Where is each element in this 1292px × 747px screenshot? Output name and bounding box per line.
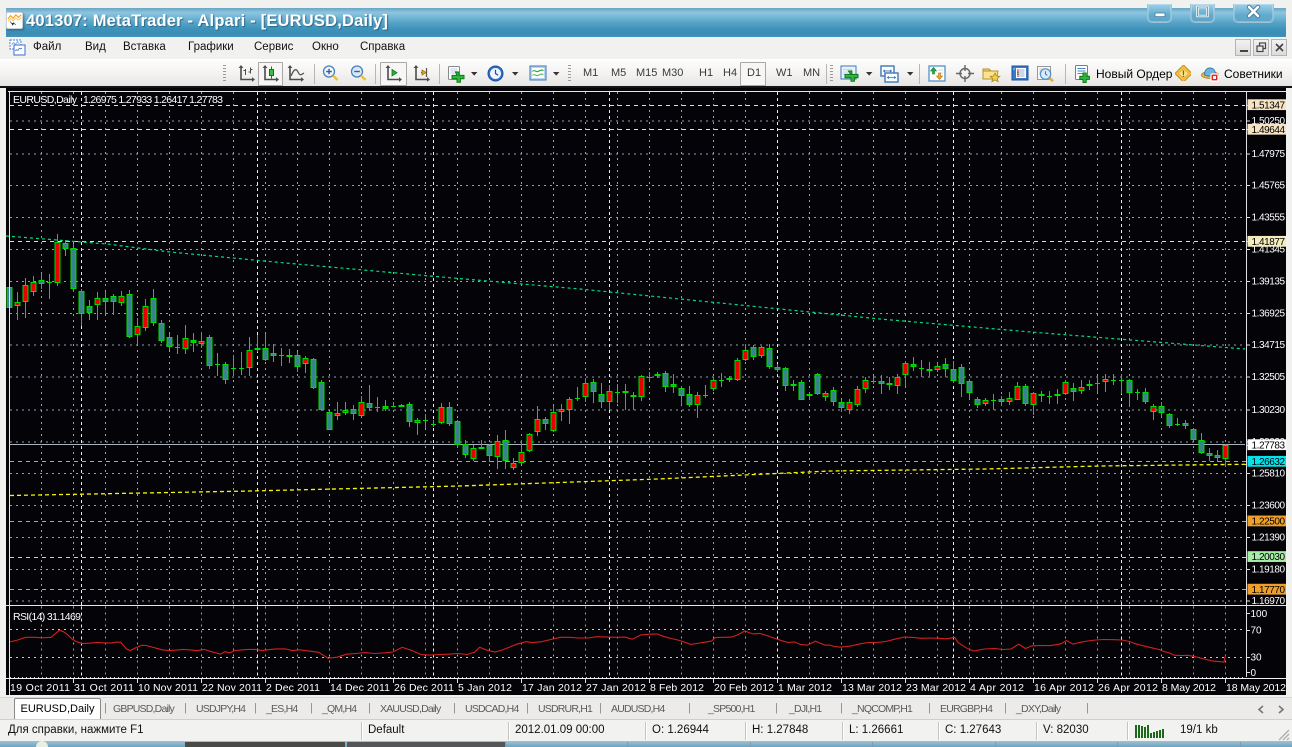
svg-text:1 Mar 2012: 1 Mar 2012 (778, 682, 832, 694)
svg-text:26 Apr 2012: 26 Apr 2012 (1098, 682, 1158, 694)
svg-text:1.51347: 1.51347 (1252, 100, 1286, 111)
svg-text:1.21390: 1.21390 (1252, 533, 1286, 544)
svg-text:1.22500: 1.22500 (1252, 517, 1286, 528)
svg-text:1.23600: 1.23600 (1252, 501, 1286, 512)
svg-text:70: 70 (1251, 625, 1263, 636)
svg-text:23 Mar 2012: 23 Mar 2012 (906, 682, 966, 694)
svg-text:EURUSD,Daily: EURUSD,Daily (13, 94, 78, 106)
svg-text:1.32505: 1.32505 (1252, 372, 1286, 383)
svg-text:!: ! (1182, 69, 1185, 80)
svg-text:1.41877: 1.41877 (1252, 237, 1286, 248)
svg-text:0: 0 (1251, 668, 1257, 679)
svg-text:2 Dec 2011: 2 Dec 2011 (266, 682, 320, 694)
svg-text:14 Dec 2011: 14 Dec 2011 (330, 682, 390, 694)
svg-text:1.36925: 1.36925 (1252, 308, 1286, 319)
svg-text:1.26975 1.27933 1.26417 1.2778: 1.26975 1.27933 1.26417 1.27783 (83, 94, 223, 106)
svg-text:5 Jan 2012: 5 Jan 2012 (458, 682, 512, 694)
svg-text:16 Apr 2012: 16 Apr 2012 (1034, 682, 1094, 694)
svg-text:17 Jan 2012: 17 Jan 2012 (522, 682, 582, 694)
svg-text:31 Oct 2011: 31 Oct 2011 (74, 682, 134, 694)
svg-text:18 May 2012: 18 May 2012 (1226, 682, 1286, 694)
svg-text:1.45765: 1.45765 (1252, 181, 1286, 192)
svg-text:27 Jan 2012: 27 Jan 2012 (586, 682, 646, 694)
svg-text:4 Apr 2012: 4 Apr 2012 (970, 682, 1024, 694)
svg-text:1.17770: 1.17770 (1252, 585, 1286, 596)
svg-text:1.19180: 1.19180 (1252, 564, 1286, 575)
svg-text:8 Feb 2012: 8 Feb 2012 (650, 682, 704, 694)
svg-text:30: 30 (1251, 653, 1263, 664)
svg-text:1.16970: 1.16970 (1252, 596, 1286, 607)
svg-text:1.43555: 1.43555 (1252, 213, 1286, 224)
svg-text:1.25810: 1.25810 (1252, 469, 1286, 480)
svg-text:1.27783: 1.27783 (1252, 440, 1286, 451)
svg-text:1.30230: 1.30230 (1252, 405, 1286, 416)
svg-text:13 Mar 2012: 13 Mar 2012 (842, 682, 902, 694)
svg-text:26 Dec 2011: 26 Dec 2011 (394, 682, 454, 694)
svg-text:RSI(14) 31.1469: RSI(14) 31.1469 (13, 611, 81, 623)
svg-text:1.20030: 1.20030 (1252, 552, 1286, 563)
svg-text:1.49644: 1.49644 (1252, 125, 1286, 136)
svg-text:22 Nov 2011: 22 Nov 2011 (202, 682, 262, 694)
svg-text:8 May 2012: 8 May 2012 (1162, 682, 1216, 694)
svg-text:1.26632: 1.26632 (1252, 457, 1286, 468)
svg-text:19 Oct 2011: 19 Oct 2011 (10, 682, 70, 694)
svg-text:10 Nov 2011: 10 Nov 2011 (138, 682, 198, 694)
svg-text:100: 100 (1251, 609, 1268, 620)
svg-text:20 Feb 2012: 20 Feb 2012 (714, 682, 774, 694)
svg-text:1.39135: 1.39135 (1252, 276, 1286, 287)
svg-text:1.34715: 1.34715 (1252, 340, 1286, 351)
svg-text:1.47975: 1.47975 (1252, 149, 1286, 160)
